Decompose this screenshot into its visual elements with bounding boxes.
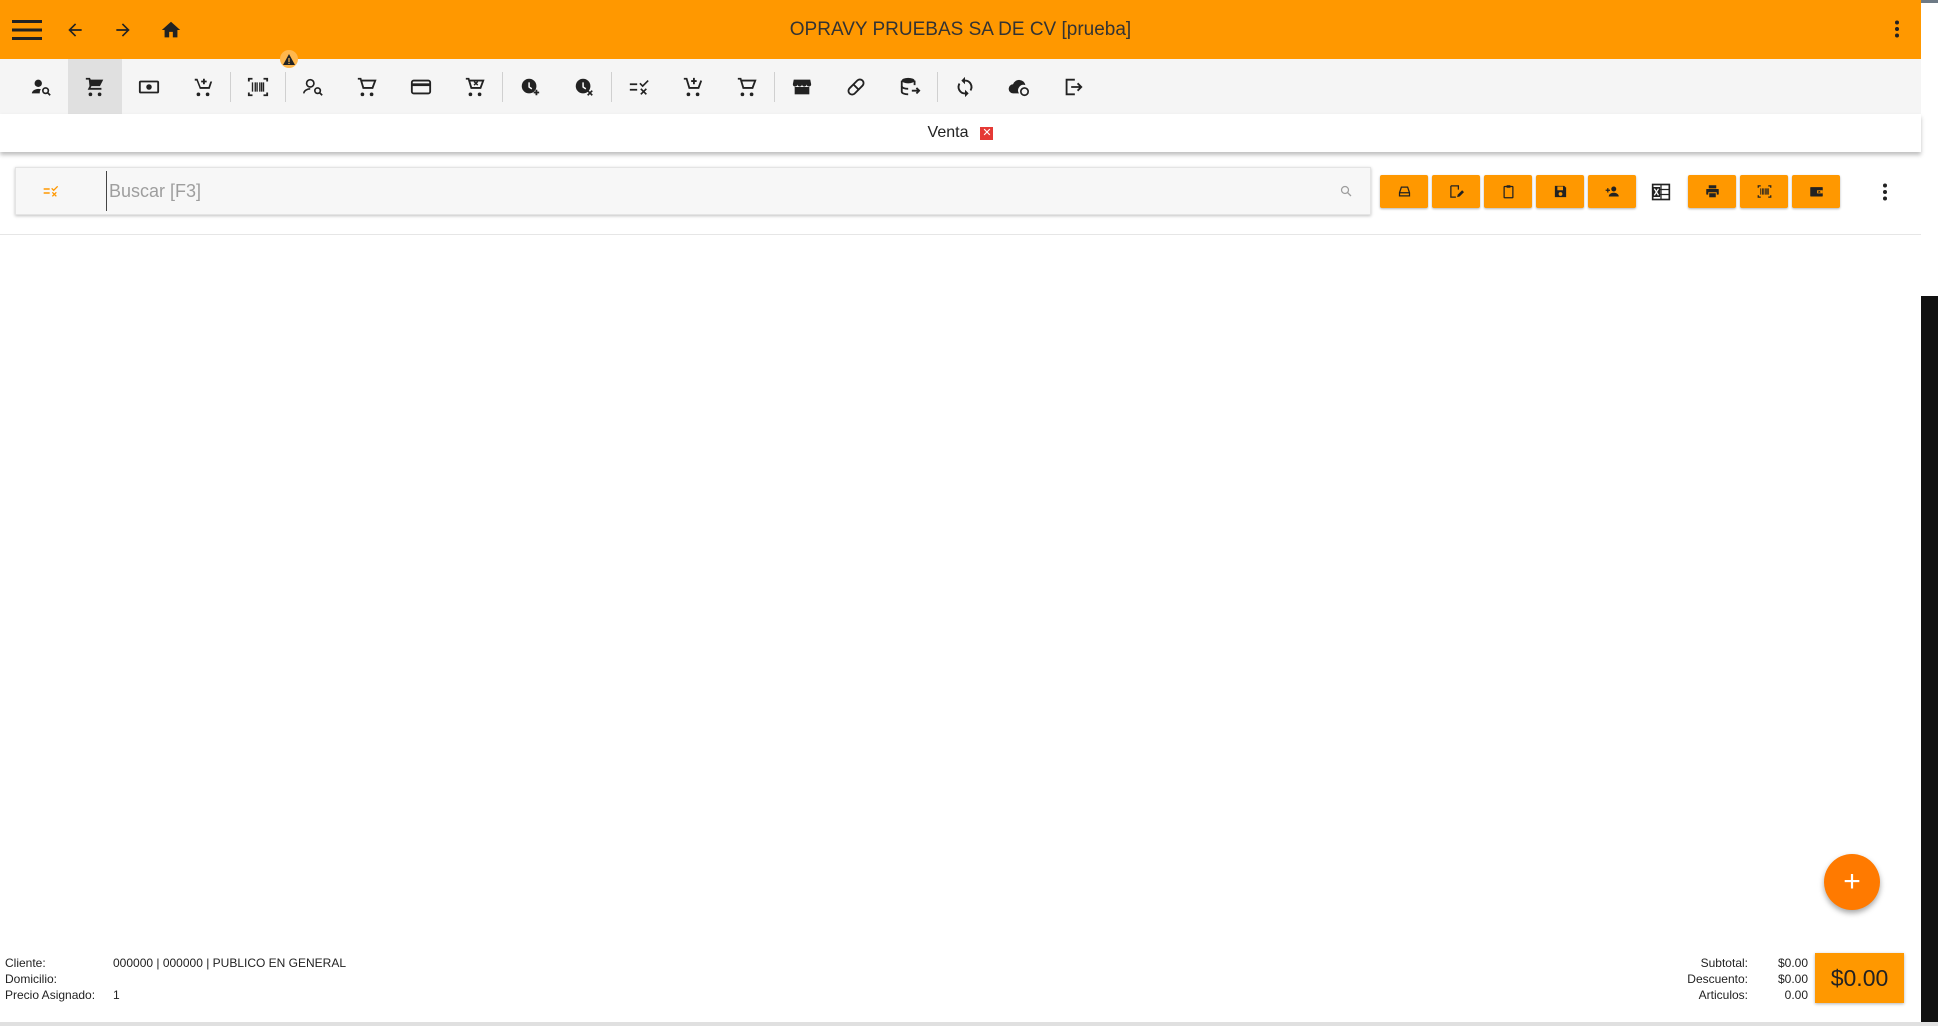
subtotal-label: Subtotal: xyxy=(1700,956,1748,970)
warning-icon[interactable] xyxy=(280,50,298,68)
divider xyxy=(0,234,1921,235)
clock-remove-icon[interactable] xyxy=(557,59,611,114)
excel-export-button[interactable] xyxy=(1640,175,1682,208)
precio-label: Precio Asignado: xyxy=(5,988,96,1002)
precio-value: 1 xyxy=(113,988,120,1002)
add-person-icon xyxy=(1605,186,1619,197)
cart-icon[interactable] xyxy=(68,59,122,114)
database-export-icon[interactable] xyxy=(883,59,937,114)
document-tabs: Venta ✕ xyxy=(0,114,1921,152)
cart-remove-icon[interactable] xyxy=(448,59,502,114)
search-input[interactable] xyxy=(106,171,1322,211)
barcode-scan-icon[interactable] xyxy=(231,59,285,114)
cart-outline-icon[interactable] xyxy=(340,59,394,114)
person-search-icon[interactable] xyxy=(14,59,68,114)
more-vert-icon xyxy=(1883,183,1887,200)
barcode-icon xyxy=(1757,185,1771,198)
domicilio-label: Domicilio: xyxy=(5,972,58,986)
cash-icon[interactable] xyxy=(122,59,176,114)
save-button[interactable] xyxy=(1536,175,1584,208)
taskbar-edge xyxy=(0,1022,1938,1026)
excel-icon xyxy=(1651,183,1671,200)
add-person-button[interactable] xyxy=(1588,175,1636,208)
more-vert-icon[interactable] xyxy=(1873,5,1921,53)
total-pay-button[interactable]: $0.00 xyxy=(1815,953,1904,1003)
action-buttons xyxy=(1380,175,1912,208)
list-check-icon[interactable] xyxy=(612,59,666,114)
cliente-label: Cliente: xyxy=(5,956,46,970)
arrow-forward-icon[interactable] xyxy=(99,6,147,54)
descuento-value: $0.00 xyxy=(1777,972,1808,986)
edit-note-icon xyxy=(1449,185,1464,198)
sync-icon[interactable] xyxy=(938,59,992,114)
clipboard-icon xyxy=(1503,185,1513,199)
customer-search-icon[interactable] xyxy=(286,59,340,114)
menu-icon[interactable] xyxy=(3,6,51,54)
add-item-fab[interactable]: + xyxy=(1824,854,1880,910)
pos-app: OPRAVY PRUEBAS SA DE CV [prueba] Venta ✕… xyxy=(0,0,1938,1026)
barcode-button[interactable] xyxy=(1740,175,1788,208)
pill-icon[interactable] xyxy=(829,59,883,114)
logout-icon[interactable] xyxy=(1046,59,1100,114)
cart-add-icon[interactable] xyxy=(176,59,230,114)
customer-info: Cliente: 000000 | 000000 | PUBLICO EN GEN… xyxy=(5,955,346,1003)
home-icon[interactable] xyxy=(147,6,195,54)
wallet-button[interactable] xyxy=(1792,175,1840,208)
store-icon[interactable] xyxy=(775,59,829,114)
edit-note-button[interactable] xyxy=(1432,175,1480,208)
print-button[interactable] xyxy=(1688,175,1736,208)
arrow-back-icon[interactable] xyxy=(51,6,99,54)
save-icon xyxy=(1554,185,1566,198)
tab-label: Venta xyxy=(927,124,969,141)
cliente-value: 000000 | 000000 | PUBLICO EN GENERAL xyxy=(113,956,347,970)
close-icon[interactable]: ✕ xyxy=(980,126,994,140)
descuento-label: Descuento: xyxy=(1687,972,1748,986)
articulos-value: 0.00 xyxy=(1784,988,1808,1002)
search-icon[interactable] xyxy=(1322,167,1370,215)
clock-add-icon[interactable] xyxy=(503,59,557,114)
cloud-sync-icon[interactable] xyxy=(992,59,1046,114)
more-options-button[interactable] xyxy=(1864,175,1906,208)
tab-venta[interactable]: Venta ✕ xyxy=(928,124,994,142)
subtotal-value: $0.00 xyxy=(1777,956,1808,970)
clipboard-button[interactable] xyxy=(1484,175,1532,208)
print-icon xyxy=(1705,185,1719,199)
cart-plus-icon[interactable] xyxy=(666,59,720,114)
credit-card-icon[interactable] xyxy=(394,59,448,114)
totals-summary: Subtotal: $0.00 Descuento: $0.00 Articulos… xyxy=(1680,955,1808,1003)
wallet-icon xyxy=(1809,187,1823,197)
cash-drawer-button[interactable] xyxy=(1380,175,1428,208)
scrollbar-track[interactable] xyxy=(1921,296,1938,1026)
search-bar xyxy=(15,167,1371,215)
cash-drawer-icon xyxy=(1398,186,1410,197)
filter-list-icon[interactable] xyxy=(16,167,86,215)
cart-check-icon[interactable] xyxy=(720,59,774,114)
articulos-label: Articulos: xyxy=(1698,988,1748,1002)
